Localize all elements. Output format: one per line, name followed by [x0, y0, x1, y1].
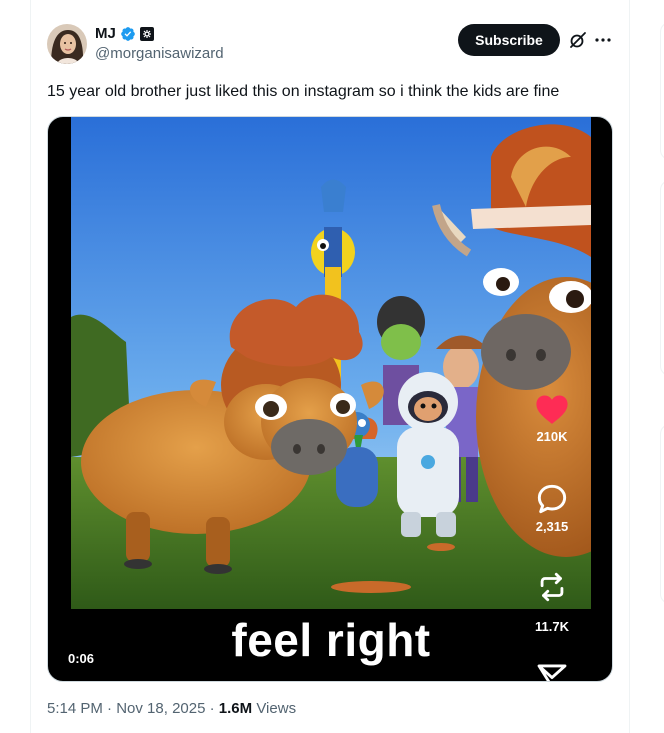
sidebar-card [660, 180, 664, 376]
tweet-date[interactable]: Nov 18, 2025 [116, 700, 205, 717]
video-frame [71, 117, 591, 609]
tweet-time[interactable]: 5:14 PM [47, 700, 103, 717]
repost-icon[interactable] [535, 569, 569, 605]
author-name-row: MJ [95, 25, 154, 42]
like-action[interactable]: 210K [526, 393, 578, 444]
comment-action[interactable]: 2,315 [526, 483, 578, 534]
subscribe-button[interactable]: Subscribe [458, 24, 560, 56]
share-icon[interactable] [536, 662, 568, 682]
avatar[interactable] [47, 24, 87, 64]
meta-separator: · [209, 700, 215, 717]
grok-icon[interactable] [568, 30, 588, 50]
comment-count: 2,315 [535, 519, 569, 534]
heart-icon[interactable] [535, 393, 569, 425]
timeline-right-border [629, 0, 630, 733]
verified-badge-icon[interactable] [120, 26, 136, 42]
meta-separator: · [107, 700, 113, 717]
author-handle[interactable]: @morganisawizard [95, 45, 224, 62]
more-icon[interactable] [593, 30, 613, 50]
repost-action[interactable]: 11.7K [526, 569, 578, 634]
view-count: 1.6M [218, 700, 253, 717]
like-count: 210K [536, 429, 568, 444]
views-label: Views [256, 700, 297, 717]
video-player[interactable]: feel right 210K 2,315 11.7K 0:06 [47, 116, 613, 682]
comment-icon[interactable] [536, 483, 568, 515]
repost-count: 11.7K [535, 619, 569, 634]
tweet-text: 15 year old brother just liked this on i… [47, 83, 560, 100]
tweet: MJ @morganisawizard Subscribe 15 year ol… [31, 0, 629, 733]
author-display-name[interactable]: MJ [95, 25, 116, 42]
sidebar-card [660, 22, 664, 160]
tweet-metadata: 5:14 PM · Nov 18, 2025 · 1.6M Views [47, 700, 296, 717]
video-timestamp: 0:06 [68, 651, 95, 666]
affiliate-badge-icon[interactable] [139, 26, 154, 41]
sidebar-card [660, 424, 664, 604]
share-action[interactable] [526, 662, 578, 682]
